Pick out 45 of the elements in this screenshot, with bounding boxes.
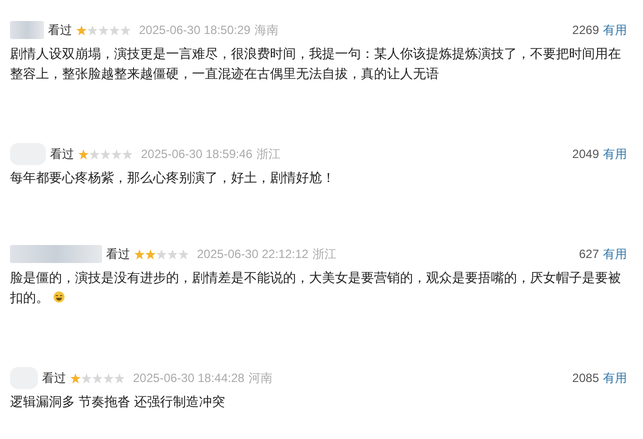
star-icon	[76, 24, 87, 36]
review-text: 脸是僵的，演技是没有进步的，剧情差是不能说的，大美女是要营销的，观众是要捂嘴的，厌女帽子是要被扣的。	[10, 269, 622, 307]
star-icon	[122, 148, 133, 160]
useful-link[interactable]: 有用	[603, 22, 627, 38]
watch-status: 看过	[42, 370, 66, 386]
star-icon	[114, 372, 125, 384]
star-icon	[78, 148, 89, 160]
review-time: 2025-06-30 18:44:28	[133, 371, 244, 385]
star-icon	[87, 24, 98, 36]
useful-link[interactable]: 有用	[603, 246, 627, 262]
star-icon	[103, 372, 114, 384]
star-icon	[98, 24, 109, 36]
star-icon	[81, 372, 92, 384]
vote-count: 627	[578, 247, 599, 261]
watch-status: 看过	[48, 22, 72, 38]
review-text: 每年都要心疼杨紫，那么心疼别演了，好土，剧情好尬！	[10, 169, 336, 187]
star-icon	[120, 24, 131, 36]
review-text: 剧情人设双崩塌，演技更是一言难尽，很浪费时间，我提一句：某人你该提炼提炼演技了，不要把时间用在整容上，整张脸越整来越僵硬，一直混迹在古偶里无法自拔，真的让人无语	[10, 45, 622, 83]
star-icon	[134, 248, 145, 260]
region-label: 浙江	[312, 246, 336, 262]
region-label: 河南	[248, 370, 272, 386]
region-label: 浙江	[256, 146, 280, 162]
star-icon	[100, 148, 111, 160]
watch-status: 看过	[106, 246, 130, 262]
watch-status: 看过	[50, 146, 74, 162]
review-time: 2025-06-30 22:12:12	[197, 247, 308, 261]
blurred-username	[10, 21, 44, 39]
star-icon	[156, 248, 167, 260]
star-icon	[111, 148, 122, 160]
star-icon	[92, 372, 103, 384]
useful-link[interactable]: 有用	[603, 370, 627, 386]
review-time: 2025-06-30 18:59:46	[141, 147, 252, 161]
vote-count: 2085	[572, 371, 599, 385]
star-icon	[89, 148, 100, 160]
review-time: 2025-06-30 18:50:29	[139, 23, 250, 37]
star-icon	[145, 248, 156, 260]
star-icon	[167, 248, 178, 260]
useful-link[interactable]: 有用	[603, 146, 627, 162]
vote-count: 2049	[572, 147, 599, 161]
star-icon	[109, 24, 120, 36]
region-label: 海南	[254, 22, 278, 38]
star-icon	[70, 372, 81, 384]
star-icon	[178, 248, 189, 260]
review-text: 逻辑漏洞多 节奏拖沓 还强行制造冲突	[10, 393, 226, 411]
vote-count: 2269	[572, 23, 599, 37]
